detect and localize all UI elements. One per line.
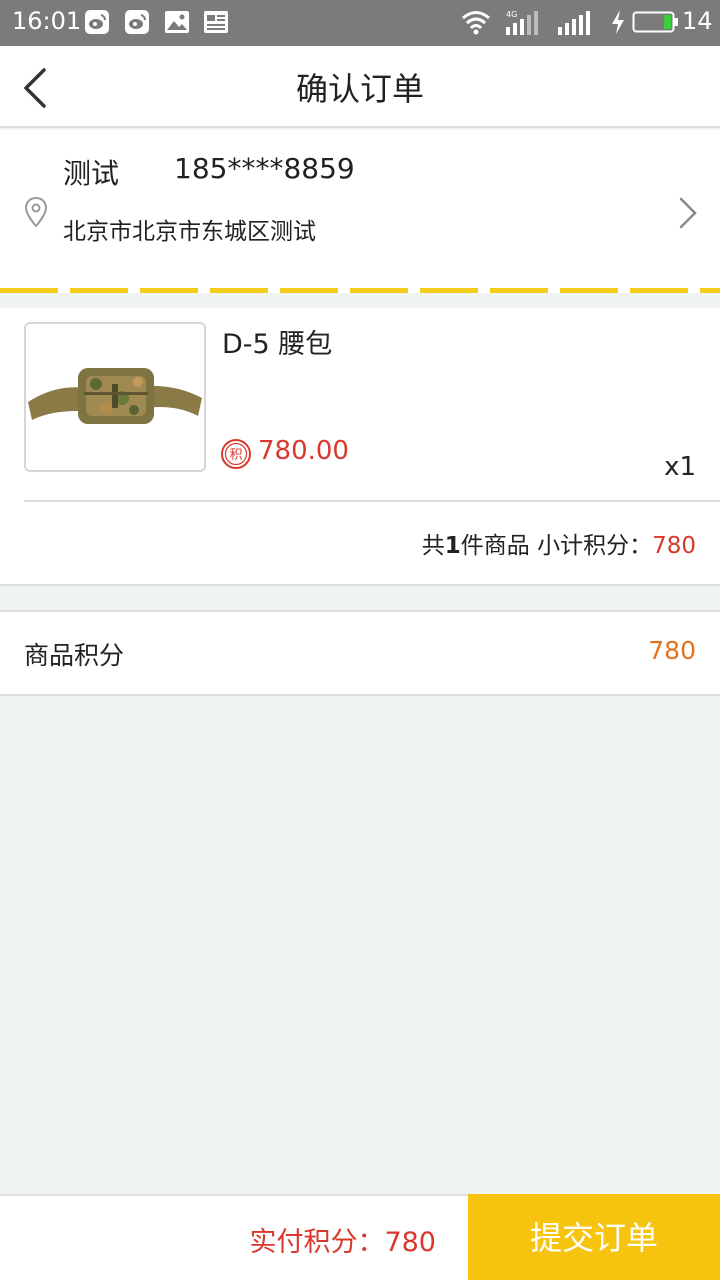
submit-order-button[interactable]: 提交订单 bbox=[468, 1194, 720, 1280]
subtotal-value: 780 bbox=[652, 533, 696, 559]
signal-icon: 4G bbox=[506, 10, 538, 35]
recipient-name: 测试 bbox=[63, 157, 120, 190]
signal-icon bbox=[558, 11, 590, 35]
news-icon bbox=[204, 11, 228, 33]
pay-label: 实付积分： bbox=[249, 1227, 385, 1258]
points-coin-icon: 积 bbox=[221, 439, 251, 469]
product-divider bbox=[24, 500, 720, 502]
chevron-right-icon bbox=[679, 197, 697, 229]
summary-suffix: 件商品 bbox=[460, 533, 530, 559]
subtotal-label: 小计积分： bbox=[537, 533, 653, 559]
battery-icon bbox=[632, 11, 678, 33]
summary-prefix: 共 bbox=[421, 533, 445, 559]
weibo-icon bbox=[125, 10, 149, 34]
order-summary: 共1件商品 小计积分：780 bbox=[422, 526, 696, 560]
status-bar: 16:01 4G 14 bbox=[0, 0, 720, 46]
charging-icon bbox=[612, 10, 624, 34]
product-price: 780.00 bbox=[258, 436, 349, 466]
product-image[interactable] bbox=[24, 322, 206, 472]
wifi-icon bbox=[462, 11, 490, 35]
recipient-phone: 185****8859 bbox=[174, 152, 355, 185]
location-pin-icon bbox=[24, 196, 48, 228]
summary-count: 1 bbox=[444, 533, 461, 559]
weibo-icon bbox=[85, 10, 109, 34]
page-title: 确认订单 bbox=[295, 70, 424, 108]
address-divider-stripe bbox=[0, 288, 720, 293]
svg-text:积: 积 bbox=[229, 448, 242, 463]
waist-bag-image bbox=[28, 368, 202, 424]
address-card[interactable]: 测试 185****8859 北京市北京市东城区测试 bbox=[0, 130, 720, 288]
svg-text:4G: 4G bbox=[506, 10, 517, 19]
points-row: 商品积分 780 bbox=[0, 610, 720, 696]
pay-value: 780 bbox=[384, 1227, 436, 1258]
product-quantity: x1 bbox=[664, 452, 696, 482]
points-value: 780 bbox=[648, 636, 696, 665]
points-label: 商品积分 bbox=[24, 641, 125, 670]
checkout-bar: 实付积分：780 提交订单 bbox=[0, 1194, 720, 1280]
pay-total: 实付积分：780 bbox=[249, 1220, 436, 1259]
product-name: D-5 腰包 bbox=[222, 329, 333, 360]
address-text: 北京市北京市东城区测试 bbox=[63, 219, 316, 245]
battery-level: 14 bbox=[682, 7, 713, 35]
product-card: D-5 腰包 积 780.00 x1 共1件商品 小计积分：780 bbox=[0, 308, 720, 586]
status-time: 16:01 bbox=[12, 7, 82, 35]
page-header: 确认订单 bbox=[0, 46, 720, 128]
image-icon bbox=[165, 11, 189, 33]
